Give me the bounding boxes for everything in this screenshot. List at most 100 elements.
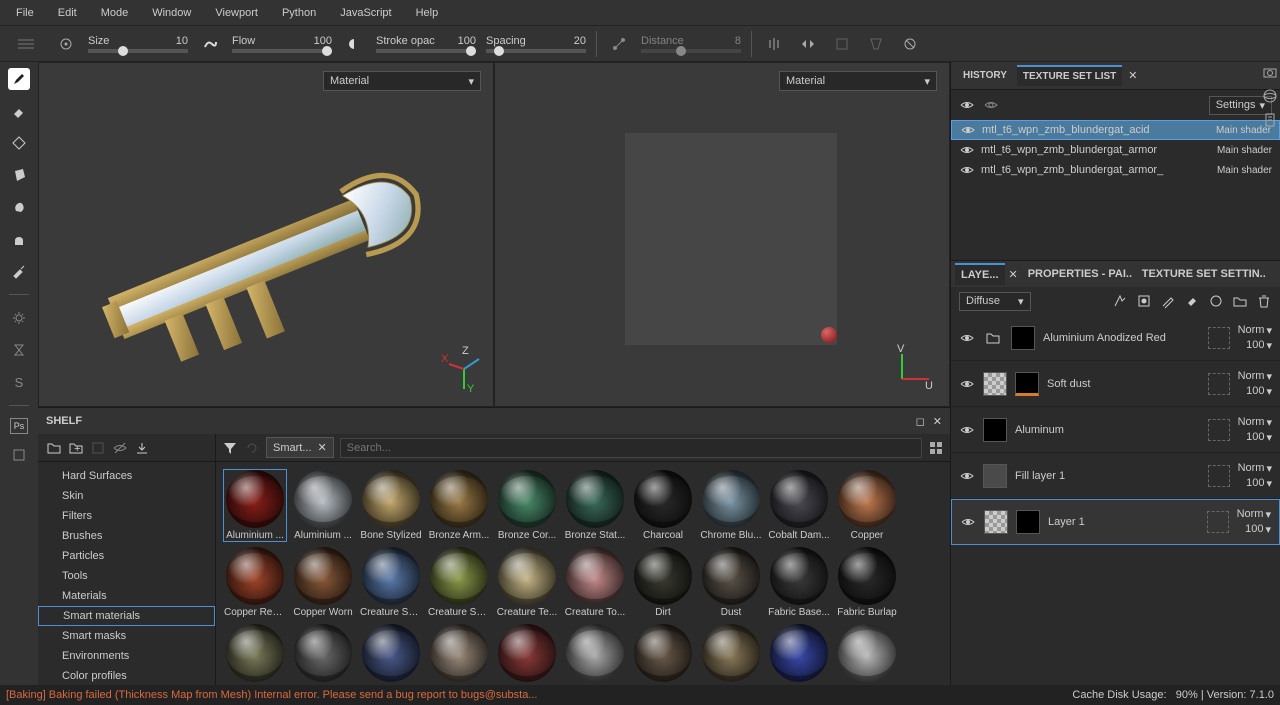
add-layer-icon[interactable] (1160, 293, 1176, 309)
tab-properties[interactable]: PROPERTIES - PAI... (1022, 264, 1132, 284)
search-input[interactable] (340, 438, 922, 458)
toolbar-handle[interactable] (8, 39, 44, 49)
material-item[interactable] (292, 624, 354, 684)
spacing-slider[interactable] (486, 49, 586, 53)
layer-row[interactable]: Soft dustNorm ▾100 ▾ (951, 361, 1280, 407)
alignment-icon[interactable] (830, 32, 854, 56)
projection-icon[interactable] (864, 32, 888, 56)
material-item[interactable] (428, 624, 490, 684)
material-item[interactable] (564, 624, 626, 684)
s-icon[interactable]: S (8, 371, 30, 393)
tab-layers[interactable]: LAYE... (955, 263, 1005, 285)
layer-row[interactable]: Layer 1Norm ▾100 ▾ (951, 499, 1280, 545)
eye-all-icon[interactable] (959, 97, 975, 113)
material-item[interactable]: Aluminium ... (224, 470, 286, 541)
category-environments[interactable]: Environments (38, 646, 215, 666)
eraser-tool[interactable] (8, 100, 30, 122)
menu-javascript[interactable]: JavaScript (328, 3, 403, 23)
save-icon[interactable] (90, 440, 106, 456)
symmetry-icon[interactable] (762, 32, 786, 56)
menu-help[interactable]: Help (404, 3, 451, 23)
close-icon[interactable]: ✕ (1128, 69, 1137, 82)
material-item[interactable]: Creature To... (564, 547, 626, 618)
mask-icon[interactable] (1136, 293, 1152, 309)
material-item[interactable]: Copper (836, 470, 898, 541)
menu-window[interactable]: Window (140, 3, 203, 23)
import-icon[interactable] (134, 440, 150, 456)
eye-icon[interactable] (959, 422, 975, 438)
material-item[interactable]: Dust (700, 547, 762, 618)
category-filters[interactable]: Filters (38, 506, 215, 526)
material-item[interactable] (632, 624, 694, 684)
menu-mode[interactable]: Mode (89, 3, 141, 23)
close-icon[interactable]: ✕ (1009, 268, 1018, 281)
tab-tss[interactable]: TEXTURE SET SETTIN... (1136, 264, 1266, 284)
opacity-slider[interactable] (376, 49, 476, 53)
mirror-icon[interactable] (796, 32, 820, 56)
material-item[interactable]: Fabric Base... (768, 547, 830, 618)
material-item[interactable] (496, 624, 558, 684)
material-item[interactable] (836, 624, 898, 684)
fill-layer-icon[interactable] (1184, 293, 1200, 309)
material-item[interactable]: Aluminium ... (292, 470, 354, 541)
material-item[interactable]: Bronze Arm... (428, 470, 490, 541)
eye-icon[interactable] (959, 142, 975, 158)
material-item[interactable] (768, 624, 830, 684)
tab-history[interactable]: HISTORY (957, 66, 1013, 85)
material-item[interactable]: Copper Worn (292, 547, 354, 618)
category-smart-masks[interactable]: Smart masks (38, 626, 215, 646)
material-item[interactable]: Creature Te... (496, 547, 558, 618)
menu-python[interactable]: Python (270, 3, 328, 23)
material-item[interactable] (700, 624, 762, 684)
folder-new-icon[interactable] (1232, 293, 1248, 309)
brush-tool[interactable] (8, 68, 30, 90)
eye-icon[interactable] (959, 330, 975, 346)
filter-icon[interactable] (222, 440, 238, 456)
ps-icon[interactable]: Ps (10, 418, 28, 434)
refresh-icon[interactable] (244, 440, 260, 456)
eye-icon[interactable] (959, 162, 975, 178)
texture-set-row[interactable]: mtl_t6_wpn_zmb_blundergat_armor_Main sha… (951, 160, 1280, 180)
category-skin[interactable]: Skin (38, 486, 215, 506)
eye-solo-icon[interactable] (983, 97, 999, 113)
hourglass-icon[interactable] (8, 339, 30, 361)
opacity-icon[interactable] (342, 32, 366, 56)
distance-slider[interactable] (641, 49, 741, 53)
material-item[interactable]: Fabric Burlap (836, 547, 898, 618)
material-item[interactable]: Creature Ski... (360, 547, 422, 618)
new-folder-icon[interactable]: + (68, 440, 84, 456)
material-item[interactable]: Chrome Blu... (700, 470, 762, 541)
smudge-tool[interactable] (8, 196, 30, 218)
viewport-3d[interactable]: Material▾ (38, 62, 494, 407)
viewport-2d[interactable]: Material▾ V U (494, 62, 950, 407)
material-item[interactable]: Copper Red... (224, 547, 286, 618)
clone-tool[interactable] (8, 228, 30, 250)
layer-row[interactable]: Fill layer 1Norm ▾100 ▾ (951, 453, 1280, 499)
material-item[interactable]: Bronze Cor... (496, 470, 558, 541)
category-tools[interactable]: Tools (38, 566, 215, 586)
projection-tool[interactable] (8, 132, 30, 154)
eye-icon[interactable] (960, 514, 976, 530)
camera-icon[interactable] (1262, 64, 1276, 80)
material-item[interactable]: Creature Ski... (428, 547, 490, 618)
disable-icon[interactable] (898, 32, 922, 56)
material-item[interactable] (224, 624, 286, 684)
size-slider[interactable] (88, 49, 188, 53)
brush-stamp-icon[interactable] (54, 32, 78, 56)
material-item[interactable]: Cobalt Dam... (768, 470, 830, 541)
polyfill-tool[interactable] (8, 164, 30, 186)
material-dropdown-2d[interactable]: Material▾ (779, 71, 937, 91)
eye-icon[interactable] (959, 468, 975, 484)
globe-icon[interactable] (1262, 88, 1276, 104)
category-hard-surfaces[interactable]: Hard Surfaces (38, 466, 215, 486)
picker-tool[interactable] (8, 260, 30, 282)
chip-close-icon[interactable]: ✕ (318, 441, 327, 454)
category-particles[interactable]: Particles (38, 546, 215, 566)
shelf-restore-icon[interactable]: ◻ (916, 415, 925, 428)
eye-icon[interactable] (959, 376, 975, 392)
material-item[interactable]: Dirt (632, 547, 694, 618)
menu-viewport[interactable]: Viewport (203, 3, 270, 23)
material-item[interactable] (360, 624, 422, 684)
flow-icon[interactable] (198, 32, 222, 56)
effect-icon[interactable] (1112, 293, 1128, 309)
